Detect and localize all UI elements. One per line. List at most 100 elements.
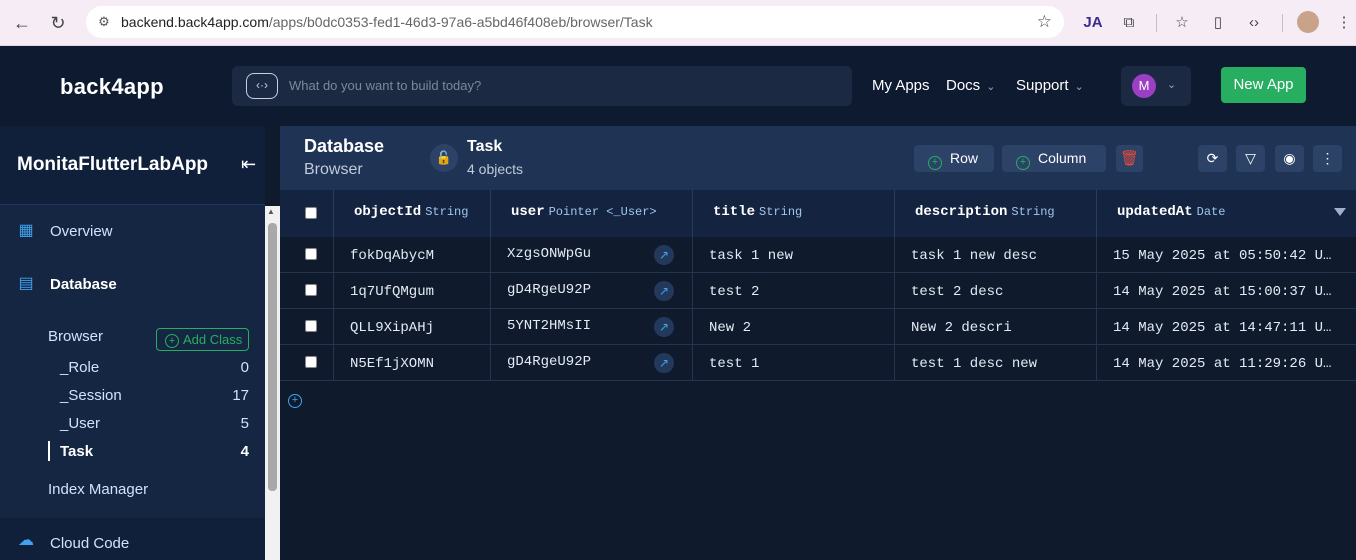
cell-user[interactable]: gD4RgeU92P ↗ — [491, 345, 693, 381]
refresh-icon[interactable]: ⟳ — [1198, 145, 1227, 172]
open-pointer-arrow-icon[interactable]: ↗ — [654, 281, 674, 301]
row-checkbox[interactable] — [305, 356, 317, 368]
extensions-puzzle-icon[interactable]: ⧉ — [1118, 12, 1140, 34]
new-app-button[interactable]: New App — [1221, 67, 1306, 103]
cell-description[interactable]: test 2 desc — [895, 273, 1097, 309]
sidebar-item-index-manager[interactable]: Index Manager — [48, 481, 148, 498]
divider — [0, 204, 265, 205]
database-icon: ▤ — [18, 275, 34, 292]
table-row[interactable]: 1q7UfQMgum gD4RgeU92P ↗ test 2 test 2 des… — [280, 273, 1356, 309]
app-switcher: MonitaFlutterLabApp ⇤ — [0, 126, 265, 204]
sidebar-item-browser[interactable]: Browser — [48, 328, 103, 345]
bookmark-star-icon[interactable]: ☆ — [1037, 12, 1052, 32]
user-menu-button[interactable]: M ⌄ — [1121, 66, 1191, 106]
bookmarks-icon[interactable]: ☆ — [1171, 12, 1193, 34]
address-bar[interactable]: ⚙ backend.back4app.com/apps/b0dc0353-fed… — [86, 6, 1064, 38]
table-row[interactable]: QLL9XipAHj 5YNT2HMsII ↗ New 2 New 2 descr… — [280, 309, 1356, 345]
row-checkbox[interactable] — [305, 284, 317, 296]
search-input[interactable]: What do you want to build today? — [289, 78, 481, 93]
cell-objectid[interactable]: QLL9XipAHj — [334, 309, 491, 345]
sort-descending-icon[interactable] — [1334, 208, 1346, 216]
sidebar-item-label: Database — [50, 276, 117, 293]
cell-updatedat[interactable]: 14 May 2025 at 14:47:11 U… — [1097, 309, 1356, 345]
lock-icon[interactable]: 🔓 — [430, 144, 458, 172]
eye-icon[interactable]: ◉ — [1275, 145, 1304, 172]
devtools-icon[interactable]: ‹› — [1243, 12, 1265, 34]
open-pointer-arrow-icon[interactable]: ↗ — [654, 245, 674, 265]
cell-objectid[interactable]: N5Ef1jXOMN — [334, 345, 491, 381]
delete-trash-icon[interactable]: 🗑 — [1116, 145, 1143, 172]
cell-title[interactable]: New 2 — [693, 309, 895, 345]
cell-updatedat[interactable]: 14 May 2025 at 11:29:26 U… — [1097, 345, 1356, 381]
cell-description[interactable]: test 1 desc new — [895, 345, 1097, 381]
cell-title[interactable]: task 1 new — [693, 237, 895, 273]
column-header-updatedat[interactable]: updatedAt Date — [1097, 190, 1356, 237]
sidebar-item-label: Overview — [50, 223, 113, 240]
table-row[interactable]: fokDqAbycM XzgsONWpGu ↗ task 1 new task 1… — [280, 237, 1356, 273]
add-column-button[interactable]: + Column — [1002, 145, 1106, 172]
reading-list-icon[interactable]: ▯ — [1207, 12, 1229, 34]
cloud-icon: ☁ — [18, 532, 34, 549]
add-row-plus-icon[interactable]: + — [288, 394, 302, 408]
add-row-button[interactable]: + Row — [914, 145, 994, 172]
cell-user[interactable]: XzgsONWpGu ↗ — [491, 237, 693, 273]
app-name[interactable]: MonitaFlutterLabApp — [17, 154, 208, 176]
table-row[interactable]: N5Ef1jXOMN gD4RgeU92P ↗ test 1 test 1 des… — [280, 345, 1356, 381]
class-count: 17 — [232, 387, 249, 404]
cell-title[interactable]: test 2 — [693, 273, 895, 309]
row-checkbox[interactable] — [305, 320, 317, 332]
column-header-objectid[interactable]: objectId String — [334, 190, 491, 237]
cell-description[interactable]: New 2 descri — [895, 309, 1097, 345]
cell-updatedat[interactable]: 15 May 2025 at 05:50:42 U… — [1097, 237, 1356, 273]
sidebar-item-database[interactable]: ▤ Database — [0, 265, 265, 305]
select-all-checkbox[interactable] — [305, 207, 317, 219]
avatar: M — [1132, 74, 1156, 98]
cell-objectid[interactable]: fokDqAbycM — [334, 237, 491, 273]
profile-avatar[interactable] — [1297, 11, 1319, 33]
open-pointer-arrow-icon[interactable]: ↗ — [654, 317, 674, 337]
back-arrow-icon[interactable]: ← — [10, 11, 34, 35]
section-subtitle: Browser — [304, 161, 363, 178]
toolbar-divider — [1282, 14, 1283, 32]
app-header: back4app ‹·› What do you want to build t… — [0, 46, 1356, 126]
cell-objectid[interactable]: 1q7UfQMgum — [334, 273, 491, 309]
sidebar-item-cloud-code[interactable]: ☁ Cloud Code — [0, 518, 265, 560]
reload-icon[interactable]: ↻ — [46, 11, 70, 35]
column-header-user[interactable]: user Pointer <_User> — [491, 190, 693, 237]
scrollbar-thumb[interactable] — [268, 223, 277, 491]
logo[interactable]: back4app — [60, 74, 164, 100]
class-item-task[interactable]: Task — [60, 443, 93, 460]
cell-user[interactable]: 5YNT2HMsII ↗ — [491, 309, 693, 345]
url-text: backend.back4app.com/apps/b0dc0353-fed1-… — [121, 14, 653, 30]
more-options-icon[interactable]: ⋮ — [1313, 145, 1342, 172]
chevron-down-icon: ⌄ — [1074, 81, 1084, 93]
cell-description[interactable]: task 1 new desc — [895, 237, 1097, 273]
filter-icon[interactable]: ▽ — [1236, 145, 1265, 172]
cell-updatedat[interactable]: 14 May 2025 at 15:00:37 U… — [1097, 273, 1356, 309]
add-class-button[interactable]: + Add Class — [156, 328, 249, 351]
browser-toolbar-header: Database Browser 🔓 Task 4 objects + Row +… — [280, 126, 1356, 190]
sidebar: MonitaFlutterLabApp ⇤ ▦ Overview ▤ Datab… — [0, 126, 265, 560]
sidebar-item-overview[interactable]: ▦ Overview — [0, 212, 265, 252]
scroll-up-arrow-icon[interactable]: ▲ — [267, 207, 275, 216]
nav-my-apps[interactable]: My Apps — [872, 77, 930, 94]
search-bar[interactable]: ‹·› What do you want to build today? — [232, 66, 852, 106]
nav-docs[interactable]: Docs ⌄ — [946, 77, 995, 94]
plus-icon: + — [928, 156, 942, 170]
collapse-sidebar-icon[interactable]: ⇤ — [241, 154, 256, 175]
cell-user[interactable]: gD4RgeU92P ↗ — [491, 273, 693, 309]
column-header-title[interactable]: title String — [693, 190, 895, 237]
nav-support[interactable]: Support ⌄ — [1016, 77, 1084, 94]
column-header-description[interactable]: description String — [895, 190, 1097, 237]
class-item-user[interactable]: _User — [60, 415, 100, 432]
extension-ja-icon[interactable]: JA — [1082, 12, 1104, 34]
more-menu-icon[interactable]: ⋮ — [1333, 12, 1355, 34]
site-info-icon[interactable]: ⚙ — [96, 14, 112, 30]
open-pointer-arrow-icon[interactable]: ↗ — [654, 353, 674, 373]
row-checkbox[interactable] — [305, 248, 317, 260]
cell-title[interactable]: test 1 — [693, 345, 895, 381]
class-count: 4 — [240, 443, 249, 460]
class-item-session[interactable]: _Session — [60, 387, 122, 404]
dashboard-icon: ▦ — [18, 222, 34, 239]
class-item-role[interactable]: _Role — [60, 359, 99, 376]
